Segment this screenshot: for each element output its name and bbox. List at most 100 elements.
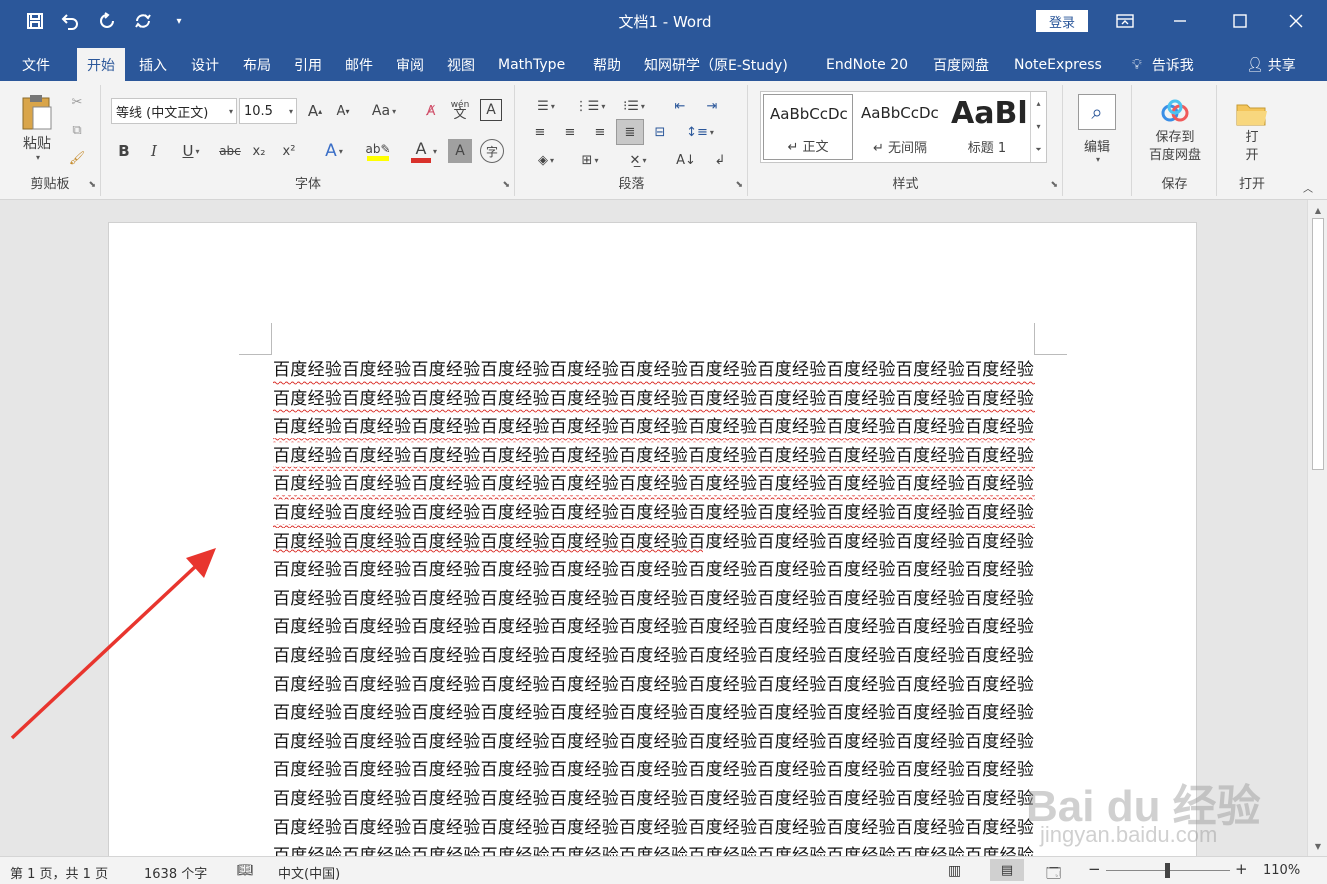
tab-file[interactable]: 文件: [12, 48, 60, 81]
bullets-icon[interactable]: ☰ ▾: [528, 95, 564, 117]
web-layout-icon[interactable]: 🗔︎: [1046, 863, 1061, 884]
format-painter-icon[interactable]: 🖌︎: [66, 147, 88, 169]
print-layout-icon[interactable]: ▤: [990, 859, 1024, 881]
superscript-button[interactable]: x²: [278, 139, 300, 163]
text-effects-button[interactable]: A ▾: [316, 139, 352, 163]
zoom-slider-thumb[interactable]: [1165, 863, 1170, 878]
style-normal[interactable]: AaBbCcDc ↵ 正文: [763, 94, 853, 160]
collapse-ribbon-icon[interactable]: ︿: [1298, 179, 1318, 195]
underline-button[interactable]: U ▾: [174, 139, 208, 163]
tab-baidu-netdisk[interactable]: 百度网盘: [923, 48, 999, 81]
highlight-button[interactable]: ab✎: [358, 137, 398, 165]
gallery-up-icon[interactable]: ▴: [1036, 99, 1040, 108]
tab-endnote[interactable]: EndNote 20: [816, 48, 918, 81]
font-color-button[interactable]: A ▾: [404, 137, 444, 165]
tab-estudy[interactable]: 知网研学（原E-Study): [634, 48, 798, 81]
increase-indent-icon[interactable]: ⇥: [700, 95, 724, 117]
tab-design[interactable]: 设计: [181, 48, 229, 81]
clear-formatting-icon[interactable]: A̸: [420, 99, 442, 123]
gallery-more-icon[interactable]: ⏷: [1035, 145, 1041, 155]
font-name-value: 等线 (中文正文): [116, 105, 209, 121]
font-name-select[interactable]: 等线 (中文正文) ▾: [111, 98, 237, 124]
font-size-select[interactable]: 10.5 ▾: [239, 98, 297, 124]
enclose-characters-icon[interactable]: 字: [480, 139, 504, 163]
font-launcher-icon[interactable]: ⬊: [502, 180, 510, 190]
paste-button[interactable]: 粘贴 ▾: [14, 89, 60, 165]
tab-mathtype[interactable]: MathType: [488, 48, 575, 81]
zoom-in-button[interactable]: +: [1235, 860, 1248, 878]
maximize-icon[interactable]: [1220, 6, 1260, 36]
tab-mailings[interactable]: 邮件: [335, 48, 383, 81]
login-button[interactable]: 登录: [1036, 10, 1088, 32]
word-count[interactable]: 1638 个字: [144, 863, 207, 882]
bold-button[interactable]: B: [114, 139, 134, 163]
proofing-icon[interactable]: 📖︎: [237, 863, 254, 878]
minimize-icon[interactable]: [1160, 6, 1200, 36]
shrink-font-icon[interactable]: A ▾: [331, 99, 355, 123]
language-indicator[interactable]: 中文(中国): [278, 863, 340, 882]
distributed-icon[interactable]: ⊟: [648, 121, 672, 143]
window-title: 文档1 - Word: [618, 13, 712, 31]
line-spacing-icon[interactable]: ↕≡ ▾: [682, 121, 718, 143]
italic-button[interactable]: I: [144, 139, 164, 163]
justify-icon[interactable]: ≣: [616, 119, 644, 145]
decrease-indent-icon[interactable]: ⇤: [668, 95, 692, 117]
gallery-down-icon[interactable]: ▾: [1036, 122, 1040, 131]
scrollbar-thumb[interactable]: [1312, 218, 1324, 470]
shading-icon[interactable]: ◈ ▾: [528, 149, 564, 171]
asian-layout-icon[interactable]: ✕̲ ▾: [620, 149, 656, 171]
tab-noteexpress[interactable]: NoteExpress: [1004, 48, 1112, 81]
redo-icon[interactable]: [92, 8, 122, 34]
tab-home[interactable]: 开始: [77, 48, 125, 81]
multilevel-list-icon[interactable]: ⁝☰ ▾: [616, 95, 652, 117]
open-button[interactable]: 打 开: [1228, 93, 1276, 171]
paragraph-launcher-icon[interactable]: ⬊: [735, 180, 743, 190]
tab-review[interactable]: 审阅: [386, 48, 434, 81]
zoom-out-button[interactable]: −: [1088, 860, 1101, 878]
cut-icon[interactable]: ✂: [66, 91, 88, 113]
borders-icon[interactable]: ⊞ ▾: [572, 149, 608, 171]
style-no-spacing[interactable]: AaBbCcDc ↵ 无间隔: [855, 94, 945, 160]
character-shading-button[interactable]: A: [448, 139, 472, 163]
styles-gallery-scroll[interactable]: ▴ ▾ ⏷: [1030, 92, 1046, 162]
save-icon[interactable]: [20, 8, 50, 34]
vertical-scrollbar[interactable]: ▲ ▼: [1307, 200, 1327, 856]
refresh-icon[interactable]: [128, 8, 158, 34]
page-count[interactable]: 第 1 页，共 1 页: [10, 863, 108, 882]
zoom-level[interactable]: 110%: [1263, 863, 1300, 878]
grow-font-icon[interactable]: A ▴: [303, 99, 327, 123]
tab-insert[interactable]: 插入: [129, 48, 177, 81]
save-to-baidu-button[interactable]: 保存到 百度网盘: [1139, 93, 1211, 171]
undo-icon[interactable]: [56, 8, 86, 34]
share-button[interactable]: 👤︎ 共享: [1236, 48, 1306, 81]
align-right-icon[interactable]: ≡: [588, 121, 612, 143]
group-font: 等线 (中文正文) ▾ 10.5 ▾ A ▴ A ▾ Aa ▾ A̸ wén 文 A B I…: [102, 85, 515, 196]
strikethrough-button[interactable]: abc: [216, 139, 244, 163]
scroll-up-icon[interactable]: ▲: [1308, 202, 1327, 218]
sort-icon[interactable]: A↓: [674, 149, 698, 171]
tab-view[interactable]: 视图: [437, 48, 485, 81]
phonetic-guide-icon[interactable]: wén 文: [448, 95, 472, 125]
show-marks-icon[interactable]: ↲: [708, 149, 732, 171]
subscript-button[interactable]: x₂: [248, 139, 270, 163]
tab-layout[interactable]: 布局: [233, 48, 281, 81]
tab-tell-me[interactable]: 💡︎ 告诉我: [1122, 48, 1204, 81]
align-center-icon[interactable]: ≡: [558, 121, 582, 143]
styles-launcher-icon[interactable]: ⬊: [1050, 180, 1058, 190]
tab-help[interactable]: 帮助: [583, 48, 631, 81]
align-left-icon[interactable]: ≡: [528, 121, 552, 143]
document-page[interactable]: 百度经验百度经验百度经验百度经验百度经验百度经验百度经验百度经验百度经验百度经验…: [108, 222, 1197, 856]
tab-references[interactable]: 引用: [284, 48, 332, 81]
close-icon[interactable]: [1276, 6, 1316, 36]
scroll-down-icon[interactable]: ▼: [1308, 838, 1327, 854]
editing-button[interactable]: ⌕ 编辑 ▾: [1076, 89, 1118, 169]
style-heading-1[interactable]: AaBl 标题 1: [945, 94, 1029, 160]
clipboard-launcher-icon[interactable]: ⬊: [88, 180, 96, 190]
change-case-icon[interactable]: Aa ▾: [366, 99, 402, 123]
copy-icon[interactable]: ⧉: [66, 119, 88, 141]
ribbon-display-options-icon[interactable]: [1105, 6, 1145, 36]
numbering-icon[interactable]: ⋮☰ ▾: [572, 95, 608, 117]
customize-qat-icon[interactable]: ▾: [164, 8, 194, 34]
character-border-icon[interactable]: A: [480, 99, 502, 121]
read-mode-icon[interactable]: ▥: [948, 863, 961, 879]
